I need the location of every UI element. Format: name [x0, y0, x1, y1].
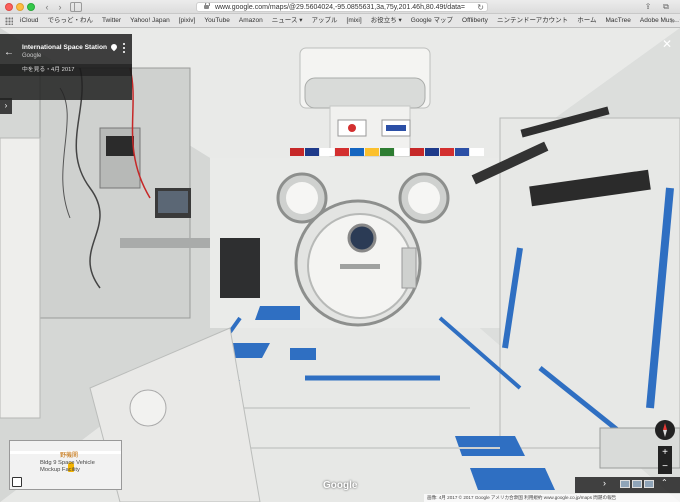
compass-icon[interactable] [655, 420, 675, 440]
street-view-panorama[interactable]: ← International Space Station Google 中を見… [0, 28, 680, 502]
google-logo: Google [323, 480, 358, 491]
photo-strip-arrow-icon[interactable]: › [603, 478, 606, 488]
zoom-in-button[interactable]: + [658, 446, 672, 460]
bookmark-item[interactable]: MacTree [606, 17, 631, 25]
reload-icon[interactable]: ↻ [477, 3, 484, 11]
tabs-overview-icon[interactable]: ⧉ [660, 1, 672, 12]
bookmark-item[interactable]: YouTube [204, 17, 230, 25]
zoom-window-button[interactable] [27, 3, 35, 11]
expand-side-panel-button[interactable]: › [0, 98, 12, 114]
map-footer: 画像: 4月 2017 © 2017 Google アメリカ合衆国 利用規約 w… [424, 494, 680, 502]
close-street-view-button[interactable]: ✕ [662, 37, 672, 51]
expand-photo-strip-icon[interactable]: ⌃ [661, 478, 668, 487]
share-icon[interactable]: ⇪ [642, 1, 654, 12]
bookmarks-bar: iCloud でらっど・わん Twitter Yahoo! Japan [pix… [0, 14, 680, 28]
bookmark-item[interactable]: [pixiv] [179, 17, 196, 25]
browser-titlebar: ‹ › www.google.com/maps/@29.5604024,-95.… [0, 0, 680, 14]
place-subtitle: Google [22, 53, 42, 59]
bookmark-item[interactable]: Twitter [102, 17, 121, 25]
zoom-out-button[interactable]: − [658, 460, 672, 474]
bookmark-item[interactable]: iCloud [20, 17, 38, 25]
place-info-card: ← International Space Station Google 中を見… [0, 34, 132, 100]
minimize-window-button[interactable] [16, 3, 24, 11]
lock-icon [204, 3, 210, 9]
address-bar[interactable]: www.google.com/maps/@29.5604024,-95.0855… [196, 2, 488, 12]
photo-thumbnail[interactable] [644, 480, 654, 488]
place-title: International Space Station [22, 44, 108, 51]
bookmark-item[interactable]: [mixi] [347, 17, 362, 25]
minimap-place-label-jp: 野機関 [60, 453, 79, 459]
bookmark-item[interactable]: Amazon [239, 17, 263, 25]
bookmark-item[interactable]: Offliberty [462, 17, 488, 25]
photo-thumbnail[interactable] [632, 480, 642, 488]
minimap[interactable]: 野機関 Bldg 9 Space Vehicle Mockup Facility [9, 440, 122, 490]
capture-date-selector[interactable]: 中を見る・4月 2017 [0, 64, 132, 76]
bookmark-item[interactable]: Google マップ [411, 17, 453, 25]
address-text: www.google.com/maps/@29.5604024,-95.0855… [215, 4, 466, 11]
bookmark-item[interactable]: ニンテンドーアカウント [497, 17, 568, 25]
bookmark-list: iCloud でらっど・わん Twitter Yahoo! Japan [pix… [20, 17, 680, 25]
bookmark-item[interactable]: ニュース ▾ [272, 17, 303, 25]
photo-thumbnail[interactable] [620, 480, 630, 488]
top-sites-grid-icon[interactable] [5, 17, 13, 25]
map-pin-icon[interactable] [109, 42, 119, 52]
expand-map-icon[interactable] [12, 477, 22, 487]
more-options-icon[interactable] [123, 42, 125, 54]
back-icon[interactable]: ‹ [42, 2, 52, 12]
sidebar-toggle-icon[interactable] [70, 2, 82, 12]
bookmarks-overflow-icon[interactable]: » [671, 16, 675, 25]
bookmark-item[interactable]: ホーム [577, 17, 596, 25]
bookmark-item[interactable]: お役立ち ▾ [371, 17, 402, 25]
forward-icon[interactable]: › [55, 2, 65, 12]
minimap-place-label: Bldg 9 Space Vehicle Mockup Facility [40, 460, 95, 473]
bookmark-item[interactable]: でらっど・わん [47, 17, 93, 25]
back-to-map-button[interactable]: ← [4, 47, 14, 58]
bookmark-item[interactable]: Yahoo! Japan [130, 17, 170, 25]
close-window-button[interactable] [5, 3, 13, 11]
bookmark-item[interactable]: アップル [312, 17, 338, 25]
